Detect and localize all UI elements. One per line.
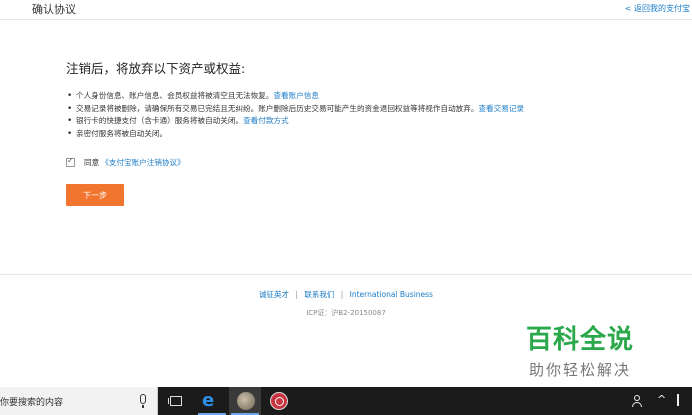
page-title: 确认协议 (32, 3, 76, 16)
view-account-info-link[interactable]: 查看账户信息 (273, 91, 319, 100)
list-item-text: 交易记录将被删除，请确保所有交易已完结且无纠纷。账户删除后历史交易可能产生的资金… (76, 103, 479, 113)
view-payment-methods-link[interactable]: 查看付款方式 (243, 116, 289, 125)
red-app-icon[interactable] (262, 387, 294, 415)
agree-label: 同意 (84, 158, 100, 167)
back-to-my-alipay-link[interactable]: < 返回我的支付宝 (625, 3, 690, 14)
watermark-title: 百科全说 (525, 325, 634, 355)
search-placeholder: 你要搜索的内容 (0, 398, 64, 408)
top-bar: 确认协议 < 返回我的支付宝 (0, 0, 692, 20)
footer-separator: | (340, 290, 344, 299)
network-icon[interactable] (677, 394, 692, 406)
cancellation-agreement-link[interactable]: 《支付宝账户注销协议》 (101, 157, 185, 168)
footer-separator: | (295, 290, 298, 299)
view-transaction-records-link[interactable]: 查看交易记录 (478, 104, 524, 113)
list-item-text: 银行卡的快捷支付（含卡通）服务将被自动关闭。 (76, 116, 244, 125)
app-avatar-icon (237, 392, 255, 410)
list-item-text: 亲密付服务将被自动关闭。 (76, 128, 168, 138)
list-item: 交易记录将被删除，请确保所有交易已完结且无纠纷。账户删除后历史交易可能产生的资金… (66, 103, 686, 116)
icp-license: ICP证：沪B2-20150087 (306, 309, 386, 317)
section-heading: 注销后，将放弃以下资产或权益: (66, 61, 246, 76)
list-item: 银行卡的快捷支付（含卡通）服务将被自动关闭。查看付款方式 (66, 115, 686, 128)
app-thumbnail-icon[interactable] (229, 387, 261, 415)
people-icon-body (632, 402, 642, 407)
next-step-button[interactable]: 下一步 (66, 184, 124, 206)
chevron-up-icon[interactable]: ^ (657, 393, 666, 406)
red-app-circle (270, 392, 288, 410)
international-business-link[interactable]: International Business (350, 290, 433, 299)
taskbar: 你要搜索的内容 e ^ (0, 387, 692, 415)
people-icon[interactable] (632, 393, 646, 409)
watermark: 百科全说 助你轻松解决 (494, 320, 666, 388)
list-item: 亲密付服务将被自动关闭。 (66, 128, 686, 141)
footer-links: 诚征英才 | 联系我们 | International Business (0, 289, 692, 300)
edge-icon[interactable]: e (196, 387, 228, 415)
agree-checkbox[interactable] (66, 156, 75, 167)
taskbar-search-box[interactable]: 你要搜索的内容 (0, 387, 158, 415)
page: 确认协议 < 返回我的支付宝 注销后，将放弃以下资产或权益: 个人身份信息、账户… (0, 0, 692, 415)
watermark-subtitle: 助你轻松解决 (528, 361, 631, 379)
contact-us-link[interactable]: 联系我们 (304, 290, 334, 299)
consequence-list: 个人身份信息、账户信息、会员权益将被清空且无法恢复。查看账户信息 交易记录将被删… (66, 90, 686, 140)
footer-divider (0, 274, 692, 275)
task-view-icon[interactable] (161, 387, 193, 415)
edge-glyph: e (202, 390, 215, 411)
list-item-text: 个人身份信息、账户信息、会员权益将被清空且无法恢复。 (76, 91, 274, 100)
task-view-icon-front (170, 396, 182, 406)
careers-link[interactable]: 诚征英才 (259, 290, 289, 299)
people-icon-head (634, 395, 640, 401)
microphone-icon[interactable] (140, 394, 146, 408)
list-item: 个人身份信息、账户信息、会员权益将被清空且无法恢复。查看账户信息 (66, 90, 686, 103)
agree-row: 同意 《支付宝账户注销协议》 (66, 156, 185, 168)
